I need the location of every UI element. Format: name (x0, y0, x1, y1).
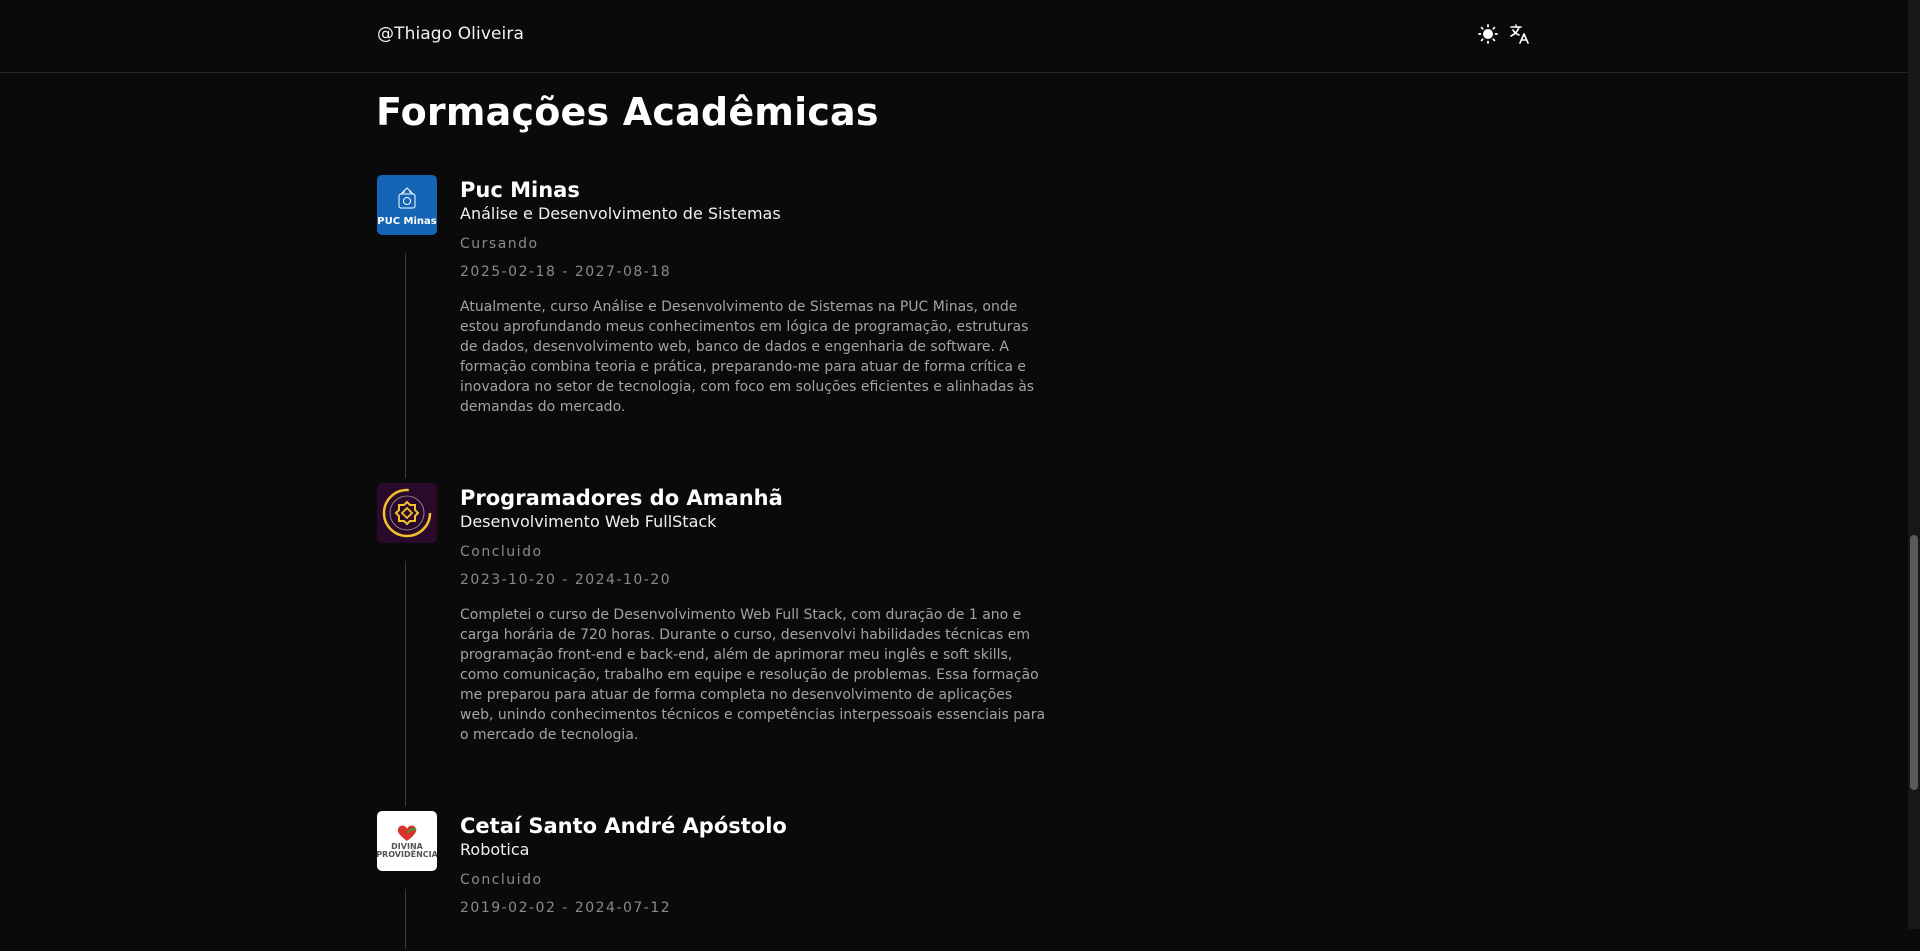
institution-name: Programadores do Amanhã (460, 486, 783, 510)
programadores-do-amanha-logo (377, 483, 437, 543)
page-title: Formações Acadêmicas (376, 90, 879, 134)
course-description: Completei o curso de Desenvolvimento Web… (460, 607, 1046, 743)
course-status: Concluido (460, 544, 543, 560)
education-item-body: Programadores do Amanhã Desenvolvimento … (460, 483, 1050, 811)
education-item-left (377, 483, 460, 811)
crest-icon (398, 186, 416, 208)
timeline-line (405, 253, 406, 478)
education-item-puc-minas: PUC Minas Puc Minas Análise e Desenvolvi… (377, 175, 1057, 483)
timeline-line (405, 561, 406, 806)
puc-minas-logo-text: PUC Minas (377, 215, 437, 227)
course-description: Atualmente, curso Análise e Desenvolvime… (460, 299, 1035, 415)
scrollbar-thumb[interactable] (1910, 535, 1918, 790)
institution-name: Cetaí Santo André Apóstolo (460, 814, 787, 838)
divina-providencia-logo: DIVINA PROVIDÊNCIA (377, 811, 437, 871)
course-dates: 2023-10-20 - 2024-10-20 (460, 572, 672, 588)
puc-minas-logo: PUC Minas (377, 175, 437, 235)
course-status: Cursando (460, 236, 539, 252)
education-item-body: Cetaí Santo André Apóstolo Robotica Conc… (460, 811, 1050, 951)
course-status: Concluido (460, 872, 543, 888)
course-name: Análise e Desenvolvimento de Sistemas (460, 204, 781, 223)
sun-icon[interactable] (1477, 23, 1499, 45)
education-item-left: DIVINA PROVIDÊNCIA (377, 811, 460, 951)
education-item-left: PUC Minas (377, 175, 460, 483)
brand-link[interactable]: @Thiago Oliveira (377, 24, 524, 44)
top-navbar: @Thiago Oliveira (0, 0, 1908, 73)
course-name: Robotica (460, 840, 530, 859)
institution-name: Puc Minas (460, 178, 580, 202)
course-dates: 2019-02-02 - 2024-07-12 (460, 900, 672, 916)
header-actions (1477, 23, 1531, 45)
course-dates: 2025-02-18 - 2027-08-18 (460, 264, 672, 280)
education-list: PUC Minas Puc Minas Análise e Desenvolvi… (377, 175, 1057, 951)
course-name: Desenvolvimento Web FullStack (460, 512, 717, 531)
divina-logo-text-2: PROVIDÊNCIA (377, 850, 437, 859)
education-item-cetai: DIVINA PROVIDÊNCIA Cetaí Santo André Apó… (377, 811, 1057, 951)
translate-icon[interactable] (1509, 23, 1531, 45)
timeline-line (405, 889, 406, 949)
education-item-body: Puc Minas Análise e Desenvolvimento de S… (460, 175, 1050, 483)
heart-icon (397, 825, 417, 841)
badge-icon (382, 488, 432, 538)
education-item-programadores: Programadores do Amanhã Desenvolvimento … (377, 483, 1057, 811)
scrollbar[interactable] (1908, 0, 1920, 929)
